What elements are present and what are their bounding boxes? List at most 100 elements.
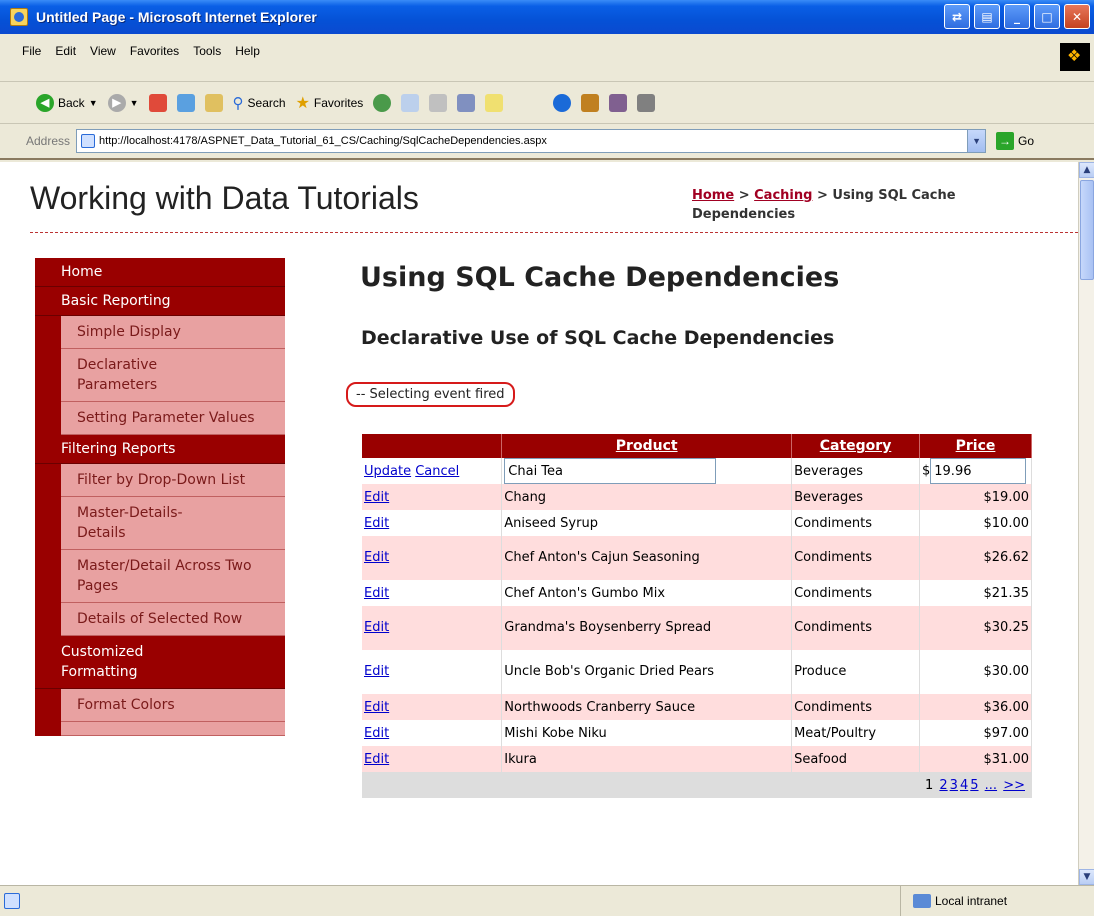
edit-link[interactable]: Edit	[364, 516, 389, 531]
messenger-icon[interactable]	[553, 93, 572, 112]
table-row: Edit Northwoods Cranberry Sauce Condimen…	[362, 694, 1033, 720]
address-url: http://localhost:4178/ASPNET_Data_Tutori…	[99, 135, 547, 147]
product-cell: Ikura	[501, 746, 793, 772]
header-product[interactable]: Product	[501, 434, 793, 458]
refresh-icon[interactable]	[176, 93, 195, 112]
price-cell: $19.00	[919, 484, 1033, 510]
menu-item-details-selected-row[interactable]: Details of Selected Row	[61, 603, 285, 636]
currency-symbol: $	[921, 463, 931, 479]
favorites-label: Favorites	[313, 95, 364, 110]
page-subheading: Declarative Use of SQL Cache Dependencie…	[361, 327, 835, 349]
menu-item-partial	[61, 722, 285, 736]
edit-link[interactable]: Edit	[364, 664, 389, 679]
close-button[interactable]: ✕	[1064, 4, 1090, 29]
product-cell: Chef Anton's Gumbo Mix	[501, 580, 793, 606]
pager-page-4[interactable]: 4	[960, 778, 968, 793]
address-dropdown-icon[interactable]: ▼	[967, 130, 986, 152]
intranet-icon	[913, 894, 931, 908]
pager-page-5[interactable]: 5	[970, 778, 978, 793]
product-cell: Chang	[501, 484, 793, 510]
maximize-button[interactable]: □	[1034, 4, 1060, 29]
update-link[interactable]: Update	[364, 464, 411, 479]
menu-item-master-details[interactable]: Master-Details-Details	[61, 497, 285, 550]
pager-page-2[interactable]: 2	[939, 778, 947, 793]
product-cell: Northwoods Cranberry Sauce	[501, 694, 793, 720]
go-button[interactable]: → Go	[996, 132, 1034, 150]
toolbar: ◀ Back ▼ ▶ ▼ ⚲ Search ★ Favorites	[0, 82, 1094, 124]
table-row: Edit Aniseed Syrup Condiments $10.00	[362, 510, 1033, 536]
grid-icon[interactable]	[637, 93, 656, 112]
favorites-button[interactable]: ★ Favorites	[296, 93, 364, 113]
menu-item-customized-formatting[interactable]: Customized Formatting	[35, 636, 285, 689]
menu-file[interactable]: File	[22, 44, 41, 58]
price-input[interactable]	[930, 458, 1027, 484]
price-cell: $10.00	[919, 510, 1033, 536]
menu-item-filtering-reports[interactable]: Filtering Reports	[35, 435, 285, 464]
edit-link[interactable]: Edit	[364, 490, 389, 505]
tile-icon[interactable]: ▤	[974, 4, 1000, 29]
pager-next[interactable]: >>	[1003, 778, 1025, 793]
back-button[interactable]: ◀ Back ▼	[36, 93, 98, 112]
edit-link[interactable]: Edit	[364, 700, 389, 715]
zone-label: Local intranet	[935, 894, 1008, 908]
category-cell: Beverages	[791, 484, 920, 510]
menu-item-format-colors[interactable]: Format Colors	[61, 689, 285, 722]
price-cell: $97.00	[919, 720, 1033, 746]
scroll-up-icon[interactable]: ▲	[1079, 162, 1094, 178]
breadcrumb-home-link[interactable]: Home	[692, 188, 734, 203]
edit-link[interactable]: Edit	[364, 726, 389, 741]
menu-item-home[interactable]: Home	[35, 258, 285, 287]
sort-product-link[interactable]: Product	[616, 438, 678, 454]
vertical-scrollbar[interactable]: ▲ ▼	[1078, 162, 1094, 885]
research-icon[interactable]	[581, 93, 600, 112]
menu-edit[interactable]: Edit	[55, 44, 76, 58]
folder-icon[interactable]	[485, 93, 504, 112]
edit-link[interactable]: Edit	[364, 752, 389, 767]
go-arrow-icon: →	[996, 132, 1015, 150]
forward-dropdown-icon[interactable]: ▼	[130, 98, 139, 108]
back-dropdown-icon[interactable]: ▼	[89, 98, 98, 108]
price-cell: $31.00	[919, 746, 1033, 772]
scroll-down-icon[interactable]: ▼	[1079, 869, 1094, 885]
product-name-input[interactable]	[504, 458, 717, 484]
menu-item-master-detail-across[interactable]: Master/Detail Across Two Pages	[61, 550, 285, 603]
menu-item-filter-dropdown[interactable]: Filter by Drop-Down List	[61, 464, 285, 497]
breadcrumb-caching-link[interactable]: Caching	[754, 188, 812, 203]
price-cell: $21.35	[919, 580, 1033, 606]
table-row: Edit Chang Beverages $19.00	[362, 484, 1033, 510]
forward-button[interactable]: ▶ ▼	[107, 93, 139, 112]
media-icon[interactable]	[373, 93, 392, 112]
menu-item-simple-display[interactable]: Simple Display	[61, 316, 285, 349]
menu-favorites[interactable]: Favorites	[130, 44, 179, 58]
address-input[interactable]: http://localhost:4178/ASPNET_Data_Tutori…	[76, 129, 987, 153]
menu-item-basic-reporting[interactable]: Basic Reporting	[35, 287, 285, 316]
edit-link[interactable]: Edit	[364, 586, 389, 601]
edit-link[interactable]: Edit	[364, 550, 389, 565]
header-category[interactable]: Category	[791, 434, 920, 458]
restore-icon[interactable]: ⇄	[944, 4, 970, 29]
edit-link[interactable]: Edit	[364, 620, 389, 635]
menu-item-setting-parameter-values[interactable]: Setting Parameter Values	[61, 402, 285, 435]
category-cell: Meat/Poultry	[791, 720, 920, 746]
search-button[interactable]: ⚲ Search	[233, 94, 286, 112]
cancel-link[interactable]: Cancel	[415, 464, 459, 479]
pager-more[interactable]: ...	[985, 778, 997, 793]
history-icon[interactable]	[401, 93, 420, 112]
menu-view[interactable]: View	[90, 44, 116, 58]
sort-price-link[interactable]: Price	[956, 438, 996, 454]
minimize-button[interactable]: _	[1004, 4, 1030, 29]
stop-icon[interactable]	[148, 93, 167, 112]
page-heading: Using SQL Cache Dependencies	[360, 262, 840, 293]
home-icon[interactable]	[204, 93, 223, 112]
header-price[interactable]: Price	[919, 434, 1033, 458]
scroll-thumb[interactable]	[1080, 180, 1094, 280]
sort-category-link[interactable]: Category	[820, 438, 892, 454]
translate-icon[interactable]	[609, 93, 628, 112]
product-cell: Mishi Kobe Niku	[501, 720, 793, 746]
menu-item-declarative-parameters[interactable]: Declarative Parameters	[61, 349, 285, 402]
menu-help[interactable]: Help	[235, 44, 260, 58]
edit-icon[interactable]	[457, 93, 476, 112]
pager-page-3[interactable]: 3	[950, 778, 958, 793]
menu-tools[interactable]: Tools	[193, 44, 221, 58]
mail-icon[interactable]	[429, 93, 448, 112]
